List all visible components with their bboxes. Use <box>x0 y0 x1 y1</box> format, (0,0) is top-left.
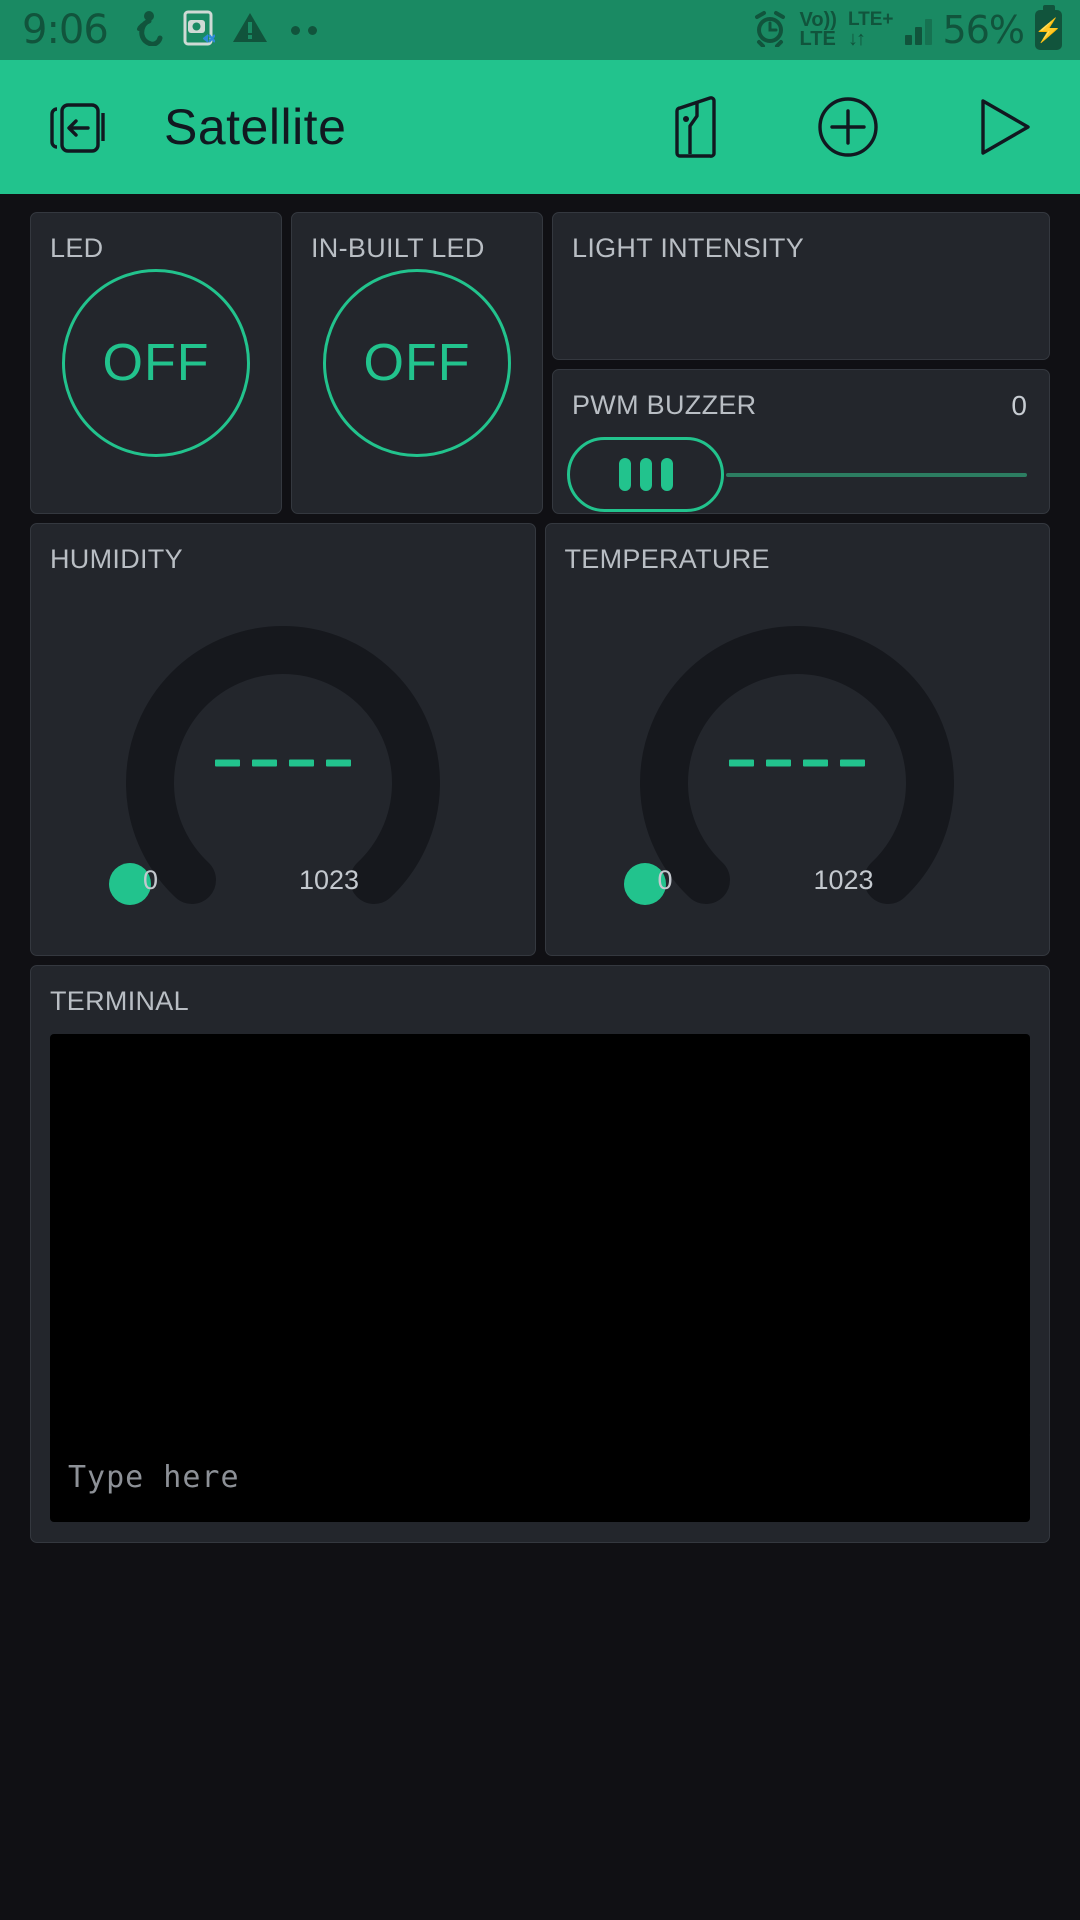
temperature-gauge-min: 0 <box>657 865 673 895</box>
card-humidity-title: HUMIDITY <box>50 544 183 574</box>
controls-row: LED OFF IN-BUILT LED OFF LIGHT INTENSITY… <box>30 212 1050 514</box>
humidity-gauge-max: 1023 <box>299 865 360 895</box>
temperature-gauge[interactable]: 0 1023 <box>546 575 1050 935</box>
volte-line2: LTE <box>799 28 836 50</box>
card-inbuilt-led[interactable]: IN-BUILT LED OFF <box>291 212 543 514</box>
terminal-input[interactable] <box>68 1459 1012 1495</box>
inbuilt-led-toggle-button[interactable]: OFF <box>323 269 511 457</box>
screenshot-mute-icon <box>181 9 216 52</box>
card-pwm-buzzer[interactable]: PWM BUZZER 0 <box>552 369 1050 514</box>
pwm-buzzer-value: 0 <box>1011 390 1027 421</box>
network-type-indicator: LTE+ ↓↑ <box>847 9 894 50</box>
dashboard-content: LED OFF IN-BUILT LED OFF LIGHT INTENSITY… <box>0 194 1080 1543</box>
battery-percent-label: 56% <box>942 8 1025 52</box>
slider-grip-icon[interactable] <box>567 437 724 512</box>
app-bar-actions <box>666 91 1038 163</box>
card-temperature-title: TEMPERATURE <box>564 544 770 574</box>
card-pwm-buzzer-title: PWM BUZZER <box>572 390 757 420</box>
sensors-row: HUMIDITY 0 1023 TEMPERATURE 0 1023 <box>30 523 1050 956</box>
temperature-gauge-max: 1023 <box>813 865 874 895</box>
led-toggle-button[interactable]: OFF <box>62 269 250 457</box>
exit-app-icon[interactable] <box>40 91 112 163</box>
status-bar-right-icons: Vo)) LTE LTE+ ↓↑ 56% ⚡ <box>751 8 1063 52</box>
card-terminal: TERMINAL <box>30 965 1050 1543</box>
card-light-intensity[interactable]: LIGHT INTENSITY <box>552 212 1050 360</box>
card-terminal-title: TERMINAL <box>50 986 189 1016</box>
temperature-gauge-value <box>729 759 866 767</box>
terminal-input-wrapper[interactable] <box>50 1432 1030 1522</box>
humidity-gauge[interactable]: 0 1023 <box>31 575 535 935</box>
play-icon[interactable] <box>968 91 1038 163</box>
pwm-slider-track[interactable] <box>726 472 1027 477</box>
right-controls-stack: LIGHT INTENSITY PWM BUZZER 0 <box>552 212 1050 514</box>
activity-figure-icon <box>134 10 164 51</box>
led-toggle-state: OFF <box>102 334 210 392</box>
add-icon[interactable] <box>812 91 884 163</box>
card-light-intensity-title: LIGHT INTENSITY <box>572 233 805 263</box>
battery-bolt-glyph: ⚡ <box>1034 16 1063 43</box>
network-data-arrows: ↓↑ <box>847 27 866 50</box>
pwm-buzzer-slider[interactable] <box>553 421 1049 512</box>
card-humidity[interactable]: HUMIDITY 0 1023 <box>30 523 536 956</box>
app-bar: Satellite <box>0 60 1080 194</box>
more-dots-icon <box>290 25 317 35</box>
alarm-clock-icon <box>751 9 789 52</box>
network-line1: LTE+ <box>847 9 894 31</box>
signal-bars-icon <box>904 15 932 45</box>
status-bar-clock: 9:06 <box>22 7 109 53</box>
warning-triangle-icon <box>232 11 268 49</box>
battery-charging-icon: ⚡ <box>1034 10 1063 50</box>
terminal-output <box>50 1034 1030 1438</box>
card-temperature[interactable]: TEMPERATURE 0 1023 <box>544 523 1050 956</box>
page-title: Satellite <box>164 99 347 155</box>
inbuilt-led-toggle-state: OFF <box>363 334 471 392</box>
status-bar: 9:06 Vo)) LTE LTE+ ↓↑ 56% ⚡ <box>0 0 1080 60</box>
card-inbuilt-led-title: IN-BUILT LED <box>311 233 485 263</box>
status-bar-left-icons <box>134 9 317 52</box>
map-panel-icon[interactable] <box>666 92 728 162</box>
humidity-gauge-value <box>214 759 351 767</box>
humidity-gauge-min: 0 <box>143 865 159 895</box>
card-led[interactable]: LED OFF <box>30 212 282 514</box>
card-led-title: LED <box>50 233 104 263</box>
volte-indicator: Vo)) LTE <box>799 11 837 50</box>
